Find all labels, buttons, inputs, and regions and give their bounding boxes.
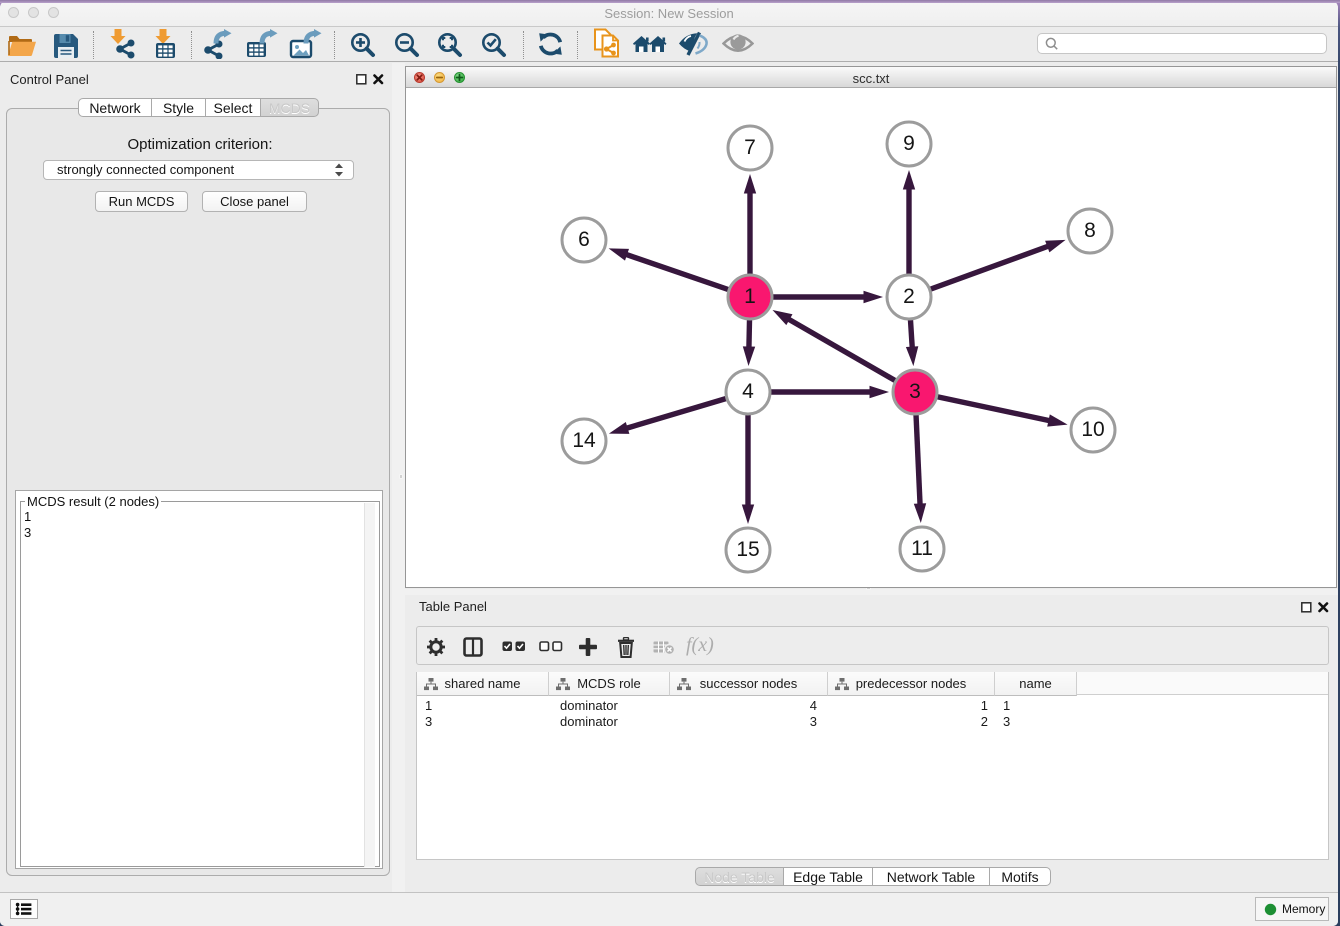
svg-text:4: 4 [742,380,754,403]
svg-text:8: 8 [1084,219,1096,242]
svg-text:1: 1 [744,285,756,308]
svg-text:6: 6 [578,228,590,251]
svg-text:15: 15 [736,538,759,561]
svg-text:9: 9 [903,132,915,155]
svg-text:3: 3 [909,380,921,403]
svg-text:2: 2 [903,285,915,308]
svg-text:11: 11 [911,537,933,560]
svg-text:14: 14 [572,429,596,452]
svg-text:7: 7 [744,136,756,159]
svg-text:10: 10 [1081,418,1104,441]
